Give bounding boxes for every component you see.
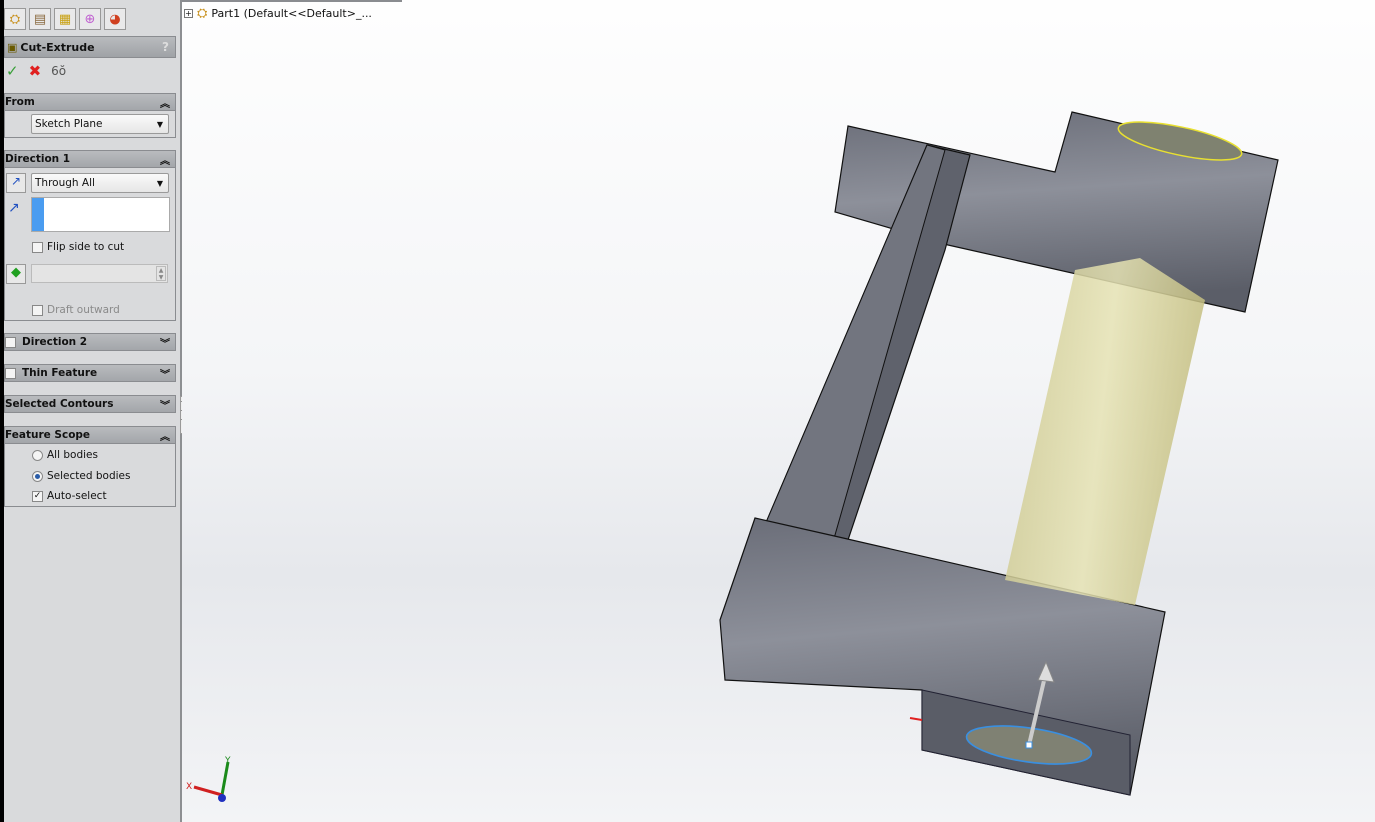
section-thin-feature-label: Thin Feature [22, 367, 98, 379]
cut-preview-cylinder [1005, 258, 1205, 605]
x-axis [193, 785, 223, 797]
red-edge-marker [909, 717, 923, 721]
selected-bodies-label: Selected bodies [47, 470, 131, 482]
feature-scope-body: All bodies Selected bodies ✓ Auto-select [4, 444, 176, 507]
preview-glasses-icon[interactable]: 6ŏ [51, 64, 66, 78]
feature-title-bar: ▣ Cut-Extrude ? [4, 36, 176, 58]
property-manager-icon[interactable]: ▤ [29, 8, 51, 30]
auto-select-checkbox[interactable]: ✓ Auto-select [32, 490, 107, 502]
all-bodies-label: All bodies [47, 449, 98, 461]
dropdown-arrow-icon: ▼ [156, 119, 163, 129]
expand-icon[interactable]: ︾ [160, 397, 170, 412]
section-selected-contours[interactable]: Selected Contours ︾ [4, 395, 176, 413]
section-direction1[interactable]: Direction 1 ︽ [4, 150, 176, 168]
y-axis [220, 761, 230, 796]
cut-extrude-icon: ▣ [7, 40, 18, 54]
display-manager-icon[interactable]: ◕ [104, 8, 126, 30]
section-feature-scope[interactable]: Feature Scope ︽ [4, 426, 176, 444]
flip-side-checkbox[interactable]: Flip side to cut [32, 241, 124, 253]
section-direction2[interactable]: Direction 2 ︾ [4, 333, 176, 351]
section-from-label: From [5, 96, 35, 108]
from-value: Sketch Plane [35, 118, 103, 130]
auto-select-label: Auto-select [47, 490, 107, 502]
collapse-icon[interactable]: ︽ [160, 95, 170, 110]
manager-tabs: ⛭ ▤ ▦ ⊕ ◕ [4, 8, 126, 30]
from-body: Sketch Plane ▼ [4, 111, 176, 138]
all-bodies-radio[interactable]: All bodies [32, 449, 98, 461]
section-thin-feature[interactable]: Thin Feature ︾ [4, 364, 176, 382]
spinner-icon[interactable]: ▲ ▼ [156, 266, 166, 281]
expand-icon[interactable]: ︾ [160, 366, 170, 381]
from-select[interactable]: Sketch Plane ▼ [31, 114, 169, 134]
feature-manager-icon[interactable]: ⛭ [4, 8, 26, 30]
configuration-manager-icon[interactable]: ▦ [54, 8, 76, 30]
section-direction2-label: Direction 2 [22, 336, 88, 348]
help-button[interactable]: ? [162, 40, 169, 54]
triad-y-label: Y [225, 756, 231, 766]
reverse-direction-icon[interactable]: ↗ [6, 173, 26, 193]
draft-outward-label: Draft outward [47, 304, 120, 316]
flip-side-label: Flip side to cut [47, 241, 125, 253]
graphics-area[interactable]: + ⛭ Part1 (Default<<Default>_... Y X [182, 0, 1375, 822]
draft-outward-checkbox[interactable]: Draft outward [32, 304, 120, 316]
draft-angle-input[interactable]: ▲ ▼ [31, 264, 168, 283]
triad [193, 761, 230, 802]
feature-title: Cut-Extrude [20, 40, 95, 54]
direction-selection-box[interactable] [31, 197, 170, 232]
end-condition-value: Through All [35, 177, 95, 189]
collapse-icon[interactable]: ︽ [160, 428, 170, 443]
z-axis [218, 794, 226, 802]
ok-check-icon[interactable]: ✓ [6, 62, 19, 80]
cancel-x-icon[interactable]: ✖ [29, 62, 42, 80]
collapse-icon[interactable]: ︽ [160, 152, 170, 167]
thin-feature-checkbox[interactable] [5, 367, 16, 379]
dropdown-arrow-icon: ▼ [156, 178, 163, 188]
direction2-checkbox[interactable] [5, 336, 16, 348]
section-selected-contours-label: Selected Contours [5, 398, 114, 410]
dimxpert-icon[interactable]: ⊕ [79, 8, 101, 30]
section-direction1-label: Direction 1 [5, 153, 71, 165]
section-feature-scope-label: Feature Scope [5, 429, 91, 441]
selected-bodies-radio[interactable]: Selected bodies [32, 470, 130, 482]
action-buttons: ✓ ✖ 6ŏ [6, 62, 66, 80]
direction-vector-icon: ↗ [8, 200, 20, 216]
direction1-body: ↗ Through All ▼ ↗ Flip side to cut ◆ ▲ ▼ D… [4, 168, 176, 321]
draft-icon[interactable]: ◆ [6, 264, 26, 284]
triad-x-label: X [186, 782, 193, 792]
arrow-handle [1025, 741, 1033, 749]
expand-icon[interactable]: ︾ [160, 335, 170, 350]
section-from[interactable]: From ︽ [4, 93, 176, 111]
model-view [193, 111, 1279, 802]
property-manager: ⛭ ▤ ▦ ⊕ ◕ ▣ Cut-Extrude ? ✓ ✖ 6ŏ From ︽ S… [4, 0, 180, 822]
end-condition-select[interactable]: Through All ▼ [31, 173, 169, 193]
